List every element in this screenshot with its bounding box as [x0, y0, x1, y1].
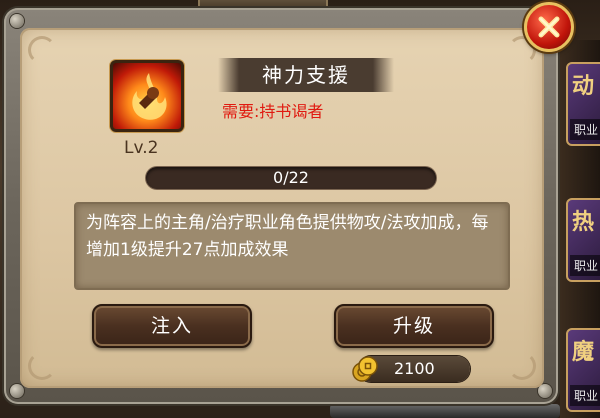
side-card-1[interactable]: 动 职业	[566, 62, 600, 146]
rivet	[538, 384, 552, 398]
skill-level: Lv.2	[124, 138, 159, 158]
side-card-tag: 职业	[570, 255, 600, 276]
inject-button[interactable]: 注入	[92, 304, 252, 348]
upgrade-cost: 2100	[352, 356, 470, 382]
cost-amount: 2100	[394, 359, 435, 378]
close-button[interactable]	[524, 2, 574, 52]
background-bottom-bar	[330, 404, 560, 418]
corner-ornament	[28, 36, 56, 64]
skill-requirement: 需要:持书谒者	[222, 102, 324, 121]
skill-progress-bar: 0/22	[146, 167, 436, 189]
corner-ornament	[28, 352, 56, 380]
side-card-tag: 职业	[570, 119, 600, 140]
side-card-tag: 职业	[570, 385, 600, 406]
gold-coins-icon	[352, 356, 378, 382]
skill-description: 为阵容上的主角/治疗职业角色提供物攻/法攻加成，每增加1级提升27点加成效果	[74, 202, 510, 290]
progress-text: 0/22	[273, 168, 309, 187]
side-card-2[interactable]: 热 职业	[566, 198, 600, 282]
side-card-3[interactable]: 魔 职业	[566, 328, 600, 412]
rivet	[10, 14, 24, 28]
rivet	[10, 384, 24, 398]
side-card-glyph: 热	[572, 210, 595, 235]
fire-fist-icon[interactable]	[110, 60, 184, 132]
side-card-glyph: 魔	[572, 340, 595, 365]
corner-ornament	[508, 352, 536, 380]
skill-title: 神力支援	[218, 58, 394, 92]
upgrade-button[interactable]: 升级	[334, 304, 494, 348]
close-icon	[538, 16, 560, 38]
side-card-glyph: 动	[572, 74, 595, 99]
